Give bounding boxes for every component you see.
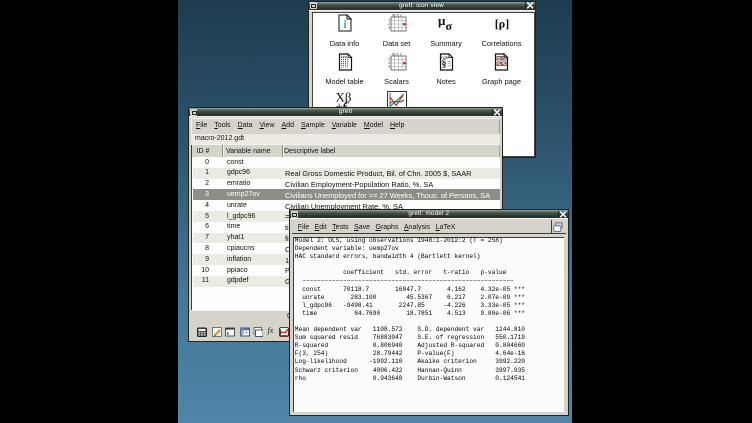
svg-text:§: § xyxy=(441,59,446,70)
svg-text:3: 3 xyxy=(388,65,390,69)
svg-text:W X Y: W X Y xyxy=(392,53,403,57)
svg-text:W X Y: W X Y xyxy=(392,14,403,18)
svg-text:[ρ]: [ρ] xyxy=(494,16,508,30)
svg-text:σ: σ xyxy=(445,19,452,32)
svg-text:3: 3 xyxy=(388,26,390,30)
